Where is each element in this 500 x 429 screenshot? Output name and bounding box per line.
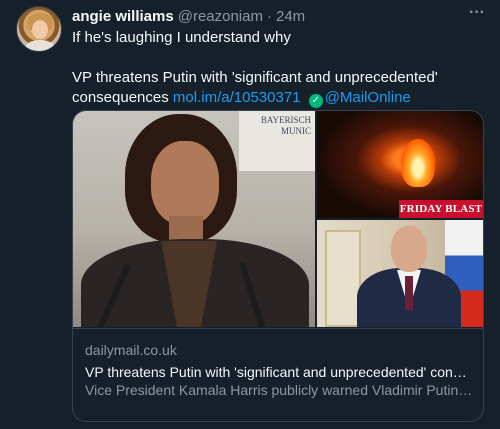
author-handle[interactable]: @reazoniam [178, 8, 263, 25]
photo-logo-text: BAYERISCH MUNIC [260, 115, 311, 136]
photo-face [151, 141, 219, 225]
verified-badge-icon: ✓ [308, 94, 323, 108]
link-preview-card[interactable]: BAYERISCH MUNIC FRIDAY BLAST dailymail.c… [72, 110, 484, 422]
separator-dot: · [266, 7, 272, 25]
putin-photo [317, 220, 483, 327]
card-media[interactable]: BAYERISCH MUNIC FRIDAY BLAST [73, 111, 483, 327]
tweet-headline-block: VP threatens Putin with 'significant and… [72, 68, 487, 108]
more-options-icon[interactable]: ··· [467, 5, 487, 25]
photo-door [325, 230, 361, 327]
harris-photo: BAYERISCH MUNIC [73, 111, 315, 327]
avatar[interactable] [16, 6, 62, 52]
fire-icon [401, 139, 435, 187]
tweet-header: angie williams @reazoniam · 24m [72, 7, 305, 25]
tweet[interactable]: angie williams @reazoniam · 24m ··· If h… [0, 0, 500, 429]
tweet-text-line: If he's laughing I understand why [72, 29, 291, 46]
card-title: VP threatens Putin with 'significant and… [85, 364, 473, 380]
avatar-face [32, 20, 48, 39]
tweet-time[interactable]: 24m [276, 8, 305, 25]
avatar-body [25, 40, 55, 51]
card-description: Vice President Kamala Harris publicly wa… [85, 382, 473, 398]
tweet-text: If he's laughing I understand why VP thr… [72, 28, 487, 108]
tweet-mention[interactable]: @MailOnline [325, 89, 411, 106]
tweet-link[interactable]: mol.im/a/10530371 [173, 89, 301, 106]
photo-tie [405, 276, 413, 310]
card-domain: dailymail.co.uk [85, 342, 177, 358]
author-name[interactable]: angie williams [72, 8, 174, 25]
photo-head [391, 226, 427, 272]
card-info[interactable]: dailymail.co.uk VP threatens Putin with … [73, 328, 483, 399]
friday-blast-badge: FRIDAY BLAST [399, 200, 483, 218]
